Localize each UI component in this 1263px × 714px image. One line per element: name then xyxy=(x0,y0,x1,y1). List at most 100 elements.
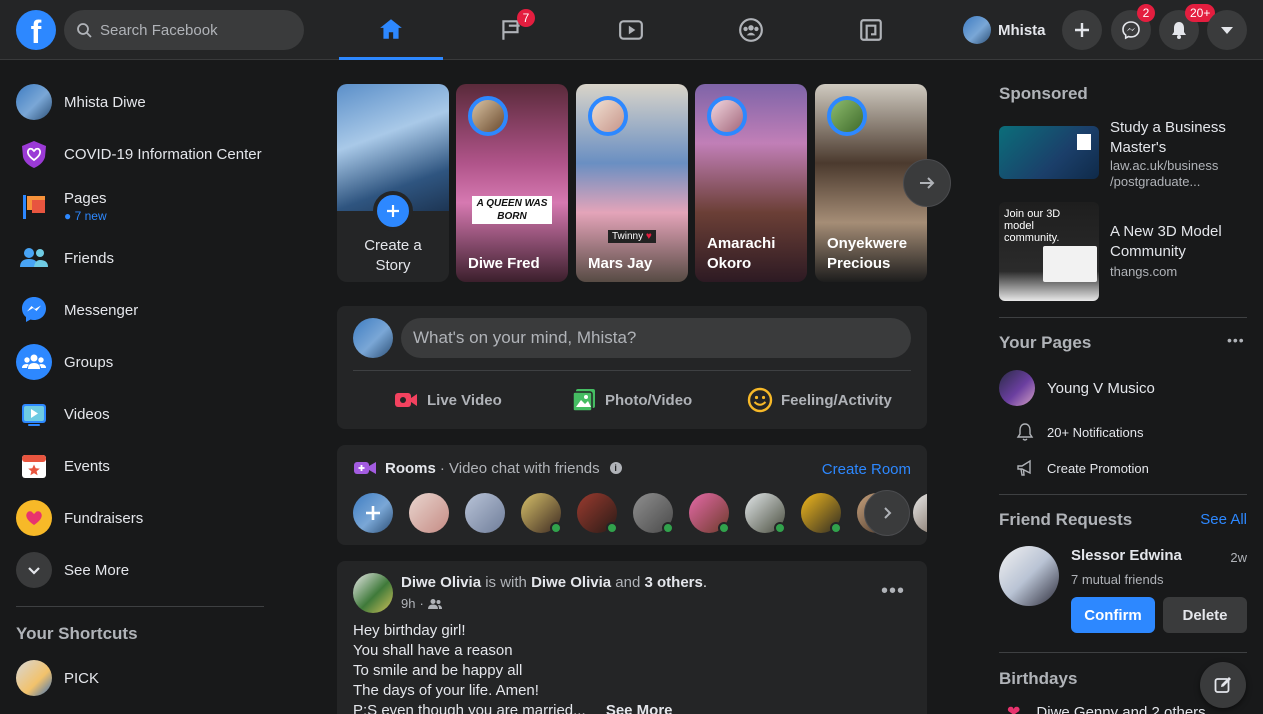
friends-audience-icon xyxy=(427,598,442,609)
post-composer: What's on your mind, Mhista? Live Video … xyxy=(337,306,927,429)
info-icon[interactable]: i xyxy=(609,462,622,474)
sidebar-item-videos[interactable]: Videos xyxy=(8,388,272,440)
post-author[interactable]: Diwe Olivia xyxy=(401,574,481,591)
story-name-line-1: Mars Jay xyxy=(588,255,653,272)
post-time[interactable]: 9h xyxy=(401,596,415,611)
section-divider xyxy=(999,494,1247,495)
room-friend-avatar[interactable] xyxy=(745,493,786,534)
delete-button[interactable]: Delete xyxy=(1163,597,1247,633)
story-name: Diwe Fred xyxy=(468,254,560,274)
room-friend-avatar[interactable] xyxy=(913,493,927,533)
post-see-more-link[interactable]: See More xyxy=(606,702,673,714)
sidebar-item-label: Events xyxy=(64,457,110,475)
story-card[interactable]: A QUEEN WAS BORN Diwe Fred xyxy=(456,84,568,282)
post-meta: 9h · xyxy=(401,596,442,611)
composer-divider xyxy=(353,370,911,371)
sidebar-item-messenger[interactable]: Messenger xyxy=(8,284,272,336)
request-name[interactable]: Slessor Edwina xyxy=(1071,547,1182,564)
create-promotion[interactable]: Create Promotion xyxy=(1015,458,1149,478)
rooms-card: Rooms · Video chat with friends i Create… xyxy=(337,445,927,545)
shortcut-item-pick[interactable]: PICK xyxy=(8,652,272,704)
room-friend-avatar[interactable] xyxy=(577,493,618,534)
post-others-link[interactable]: 3 others xyxy=(645,574,703,591)
tab-watch[interactable] xyxy=(579,0,683,60)
compose-icon xyxy=(1214,677,1231,693)
composer-input[interactable]: What's on your mind, Mhista? xyxy=(401,318,911,358)
live-video-label: Live Video xyxy=(427,391,502,409)
gaming-icon xyxy=(860,19,882,41)
groups-icon xyxy=(16,344,52,380)
promotion-label: Create Promotion xyxy=(1047,460,1149,476)
room-friend-avatar[interactable] xyxy=(521,493,562,534)
story-overlay-text-value: Twinny xyxy=(612,231,644,242)
sidebar-item-fundraisers[interactable]: Fundraisers xyxy=(8,492,272,544)
mutual-friends[interactable]: 7 mutual friends xyxy=(1071,572,1164,587)
profile-chip[interactable]: Mhista xyxy=(958,12,1046,48)
story-card[interactable]: Twinny ♥ Mars Jay xyxy=(576,84,688,282)
see-all-link[interactable]: See All xyxy=(1200,511,1247,528)
facebook-logo[interactable]: f xyxy=(16,10,56,50)
room-friend-avatar[interactable] xyxy=(689,493,730,534)
room-friend-avatar[interactable] xyxy=(633,493,674,534)
tab-pages[interactable]: 7 xyxy=(459,0,563,60)
sidebar-item-friends[interactable]: Friends xyxy=(8,232,272,284)
search-input[interactable] xyxy=(100,21,290,39)
tab-gaming[interactable] xyxy=(819,0,923,60)
sidebar-see-more[interactable]: See More xyxy=(8,544,272,596)
online-indicator xyxy=(774,522,786,534)
rooms-next-button[interactable] xyxy=(864,490,910,536)
sidebar-item-groups[interactable]: Groups xyxy=(8,336,272,388)
birthdays-title: Birthdays xyxy=(999,669,1078,688)
heart-icon: ♥ xyxy=(645,231,652,242)
photo-icon xyxy=(572,389,595,412)
room-friend-avatar[interactable] xyxy=(409,493,449,533)
post-author-avatar[interactable] xyxy=(353,573,393,613)
section-divider xyxy=(999,652,1247,653)
sidebar-item-pages[interactable]: Pages ● 7 new xyxy=(8,180,272,232)
your-pages-options-icon[interactable]: ••• xyxy=(1227,332,1245,348)
online-indicator xyxy=(718,522,730,534)
ad-image xyxy=(999,126,1099,179)
request-avatar[interactable] xyxy=(999,546,1059,606)
messenger-icon xyxy=(1122,21,1140,40)
left-sidebar: Mhista Diwe COVID-19 Information Center … xyxy=(0,60,280,714)
create-button[interactable] xyxy=(1062,10,1102,50)
sponsored-ad[interactable]: Study a Business Master's law.ac.uk/busi… xyxy=(999,118,1247,189)
birthday-item[interactable]: ❤ Diwe Genny and 2 others xyxy=(1007,702,1206,714)
account-menu-button[interactable] xyxy=(1207,10,1247,50)
stories-next-button[interactable] xyxy=(903,159,951,207)
tab-groups[interactable] xyxy=(699,0,803,60)
room-friend-avatar[interactable] xyxy=(801,493,842,534)
feeling-activity-button[interactable]: Feeling/Activity xyxy=(747,382,892,418)
sidebar-item-covid[interactable]: COVID-19 Information Center xyxy=(8,128,272,180)
page-item[interactable]: Young V Musico xyxy=(999,370,1155,406)
create-story-card[interactable]: Create a Story xyxy=(337,84,449,282)
request-time: 2w xyxy=(1230,550,1247,565)
your-pages-title: Your Pages xyxy=(999,333,1092,352)
shortcut-label: PICK xyxy=(64,669,100,687)
post-more-options-icon[interactable]: ••• xyxy=(875,575,911,607)
create-room-avatar[interactable] xyxy=(353,493,393,533)
shortcuts-title: Your Shortcuts xyxy=(16,624,138,643)
online-indicator xyxy=(606,522,618,534)
story-card[interactable]: Amarachi Okoro xyxy=(695,84,807,282)
messenger-button[interactable]: 2 xyxy=(1111,4,1155,50)
plus-icon xyxy=(387,205,399,217)
confirm-button[interactable]: Confirm xyxy=(1071,597,1155,633)
page-notifications[interactable]: 20+ Notifications xyxy=(1015,422,1143,442)
create-room-link[interactable]: Create Room xyxy=(822,461,911,478)
arrow-right-icon xyxy=(920,177,935,189)
tab-home[interactable] xyxy=(339,0,443,60)
rooms-header: Rooms · Video chat with friends i xyxy=(353,459,622,477)
room-friend-avatar[interactable] xyxy=(465,493,505,533)
live-video-button[interactable]: Live Video xyxy=(393,382,502,418)
notifications-button[interactable]: 20+ xyxy=(1159,4,1216,50)
sidebar-item-profile[interactable]: Mhista Diwe xyxy=(8,76,272,128)
post-tagged-name[interactable]: Diwe Olivia xyxy=(531,574,611,591)
sponsored-ad[interactable]: Join our 3D model community. A New 3D Mo… xyxy=(999,202,1247,302)
photo-video-button[interactable]: Photo/Video xyxy=(571,382,692,418)
search-box[interactable] xyxy=(64,10,304,50)
add-story-button[interactable] xyxy=(373,191,413,231)
sidebar-item-events[interactable]: Events xyxy=(8,440,272,492)
new-message-button[interactable] xyxy=(1200,662,1246,708)
